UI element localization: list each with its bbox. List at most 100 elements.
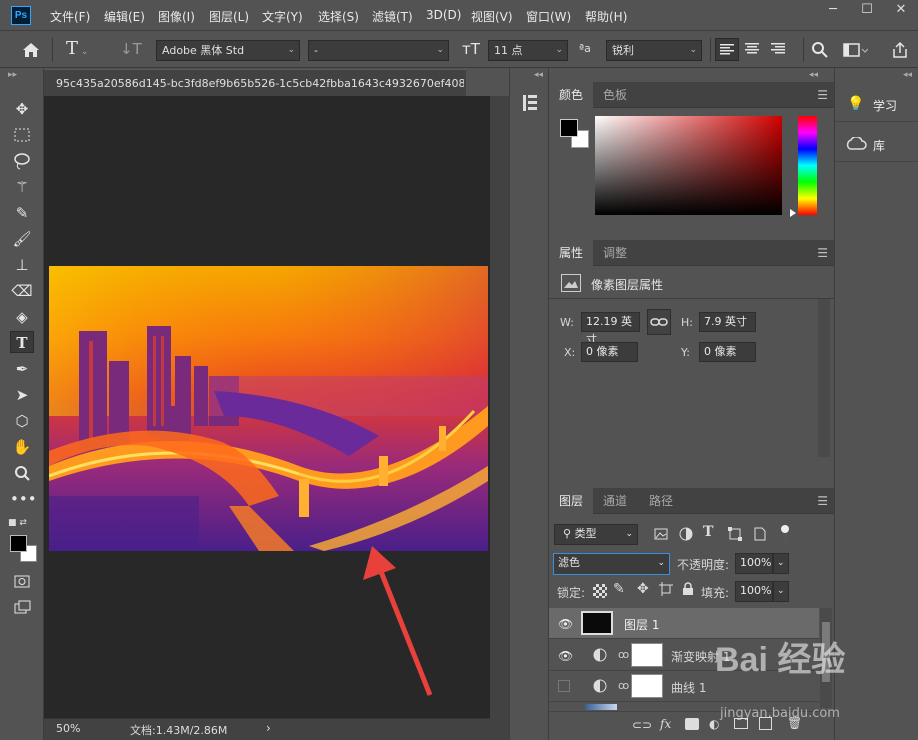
hand-tool-icon[interactable]: ✋ <box>10 436 34 458</box>
chain-icon[interactable]: ꝏ <box>618 648 629 661</box>
hue-slider-handle[interactable] <box>790 209 796 217</box>
font-family-select[interactable]: Adobe 黑体 Std ⌄ <box>156 40 300 61</box>
magic-wand-tool-icon[interactable]: ⚚ <box>10 176 34 198</box>
filter-toggle[interactable] <box>780 524 790 544</box>
tab-adjustments[interactable]: 调整 <box>593 240 637 266</box>
pen-tool-icon[interactable]: ✒ <box>10 358 34 380</box>
menu-edit[interactable]: 编辑(E) <box>104 8 145 25</box>
hue-slider[interactable] <box>798 116 817 215</box>
menu-filter[interactable]: 滤镜(T) <box>372 8 413 25</box>
opacity-dropdown[interactable]: ⌄ <box>773 553 789 574</box>
eye-icon[interactable]: 👁 <box>558 649 573 663</box>
text-orientation-icon[interactable]: ↓T <box>120 40 142 58</box>
panel-menu-icon[interactable]: ☰ <box>817 88 828 102</box>
menu-view[interactable]: 视图(V) <box>471 8 513 25</box>
eraser-tool-icon[interactable]: ⌫ <box>10 280 34 302</box>
y-field[interactable]: 0 像素 <box>699 342 756 362</box>
antialias-select[interactable]: 锐利 ⌄ <box>606 40 702 61</box>
learn-panel-button[interactable]: 💡 学习 <box>835 88 918 122</box>
blend-mode-select[interactable]: 滤色 ⌄ <box>553 553 670 575</box>
tab-swatches[interactable]: 色板 <box>593 82 637 108</box>
maximize-button[interactable]: ☐ <box>850 0 884 22</box>
link-icon[interactable]: ⊂⊃ <box>632 718 652 732</box>
filter-shape-icon[interactable] <box>727 526 743 542</box>
workspace-icon[interactable] <box>842 41 869 59</box>
menu-image[interactable]: 图像(I) <box>158 8 195 25</box>
filter-type-icon[interactable]: T <box>703 524 713 540</box>
panel-menu-icon[interactable]: ☰ <box>817 494 828 508</box>
align-left-icon[interactable] <box>715 38 739 61</box>
foreground-color-swatch[interactable] <box>10 535 27 552</box>
screen-mode-icon[interactable] <box>10 596 34 618</box>
x-field[interactable]: 0 像素 <box>581 342 638 362</box>
close-button[interactable]: ✕ <box>884 0 918 22</box>
font-size-select[interactable]: 11 点 ⌄ <box>488 40 568 61</box>
lock-transparency-icon[interactable] <box>593 584 607 598</box>
filter-smart-object-icon[interactable] <box>752 526 768 542</box>
lock-pixels-icon[interactable]: ✎ <box>613 581 625 597</box>
menu-help[interactable]: 帮助(H) <box>585 8 627 25</box>
visibility-toggle[interactable] <box>558 680 570 692</box>
more-tools-icon[interactable]: ••• <box>10 488 37 510</box>
lasso-tool-icon[interactable] <box>10 150 34 172</box>
opacity-field[interactable]: 100% <box>735 553 773 574</box>
history-panel-icon[interactable] <box>520 92 540 114</box>
collapse-icon[interactable]: ▸▸ <box>8 70 17 80</box>
tab-layers[interactable]: 图层 <box>549 488 594 514</box>
minimize-button[interactable]: ─ <box>816 0 850 22</box>
menu-layer[interactable]: 图层(L) <box>209 8 249 25</box>
tab-channels[interactable]: 通道 <box>593 488 637 514</box>
fill-field[interactable]: 100% <box>735 581 773 602</box>
fill-dropdown[interactable]: ⌄ <box>773 581 789 602</box>
width-field[interactable]: 12.19 英寸 <box>581 312 640 346</box>
brush-tool-icon[interactable]: 🖌 <box>10 228 34 250</box>
fx-icon[interactable]: fx <box>660 717 671 731</box>
lock-all-icon[interactable] <box>681 582 695 596</box>
adjustment-icon[interactable]: ◐ <box>709 717 719 731</box>
tab-color[interactable]: 颜色 <box>549 82 594 108</box>
zoom-tool-icon[interactable] <box>10 462 34 484</box>
filter-pixel-icon[interactable] <box>653 526 669 542</box>
layer-name[interactable]: 曲线 1 <box>671 679 706 696</box>
zoom-level[interactable]: 50% <box>56 722 80 735</box>
align-center-icon[interactable] <box>741 38 765 61</box>
lock-artboard-icon[interactable] <box>659 582 673 596</box>
mask-icon[interactable] <box>685 718 699 730</box>
shape-tool-icon[interactable]: ⬡ <box>10 410 34 432</box>
stamp-tool-icon[interactable]: ⊥ <box>10 254 34 276</box>
home-icon[interactable] <box>20 40 42 60</box>
swap-colors-icon[interactable]: ■ ⇄ <box>8 518 36 530</box>
move-tool-icon[interactable]: ✥ <box>10 98 34 120</box>
layer-filter-select[interactable]: ⚲ 类型 ⌄ <box>554 524 638 545</box>
link-icon[interactable] <box>647 309 671 335</box>
chain-icon[interactable]: ꝏ <box>618 679 629 692</box>
library-panel-button[interactable]: 库 <box>835 128 918 162</box>
gradient-tool-icon[interactable]: ◈ <box>10 306 34 328</box>
menu-3d[interactable]: 3D(D) <box>426 8 461 22</box>
menu-window[interactable]: 窗口(W) <box>526 8 571 25</box>
collapse-icon[interactable]: ◂◂ <box>809 70 818 80</box>
quick-mask-icon[interactable] <box>10 570 34 592</box>
type-tool-preset-icon[interactable]: T ⌄ <box>66 38 88 59</box>
eye-icon[interactable]: 👁 <box>558 617 573 631</box>
font-style-select[interactable]: - ⌄ <box>308 40 449 61</box>
layer-name[interactable]: 图层 1 <box>624 616 659 633</box>
lock-position-icon[interactable]: ✥ <box>637 581 649 597</box>
document-tab[interactable]: 95c435a20586d145-bc3fd8ef9b65b526-1c5cb4… <box>44 69 466 96</box>
type-tool-icon[interactable]: T <box>10 331 34 353</box>
eyedropper-tool-icon[interactable]: ✎ <box>10 202 34 224</box>
panel-menu-icon[interactable]: ☰ <box>817 246 828 260</box>
collapse-icon[interactable]: ◂◂ <box>903 70 912 80</box>
menu-select[interactable]: 选择(S) <box>318 8 359 25</box>
properties-scrollbar[interactable] <box>818 299 830 457</box>
foreground-color-swatch[interactable] <box>560 119 578 137</box>
tab-properties[interactable]: 属性 <box>549 240 594 266</box>
filter-adjustment-icon[interactable] <box>678 526 694 542</box>
menu-file[interactable]: 文件(F) <box>50 8 90 25</box>
marquee-tool-icon[interactable] <box>10 124 34 146</box>
search-icon[interactable] <box>810 40 832 60</box>
document-image[interactable] <box>49 266 488 551</box>
color-picker-field[interactable] <box>595 116 782 215</box>
collapse-icon[interactable]: ◂◂ <box>534 70 543 80</box>
align-right-icon[interactable] <box>767 38 791 61</box>
